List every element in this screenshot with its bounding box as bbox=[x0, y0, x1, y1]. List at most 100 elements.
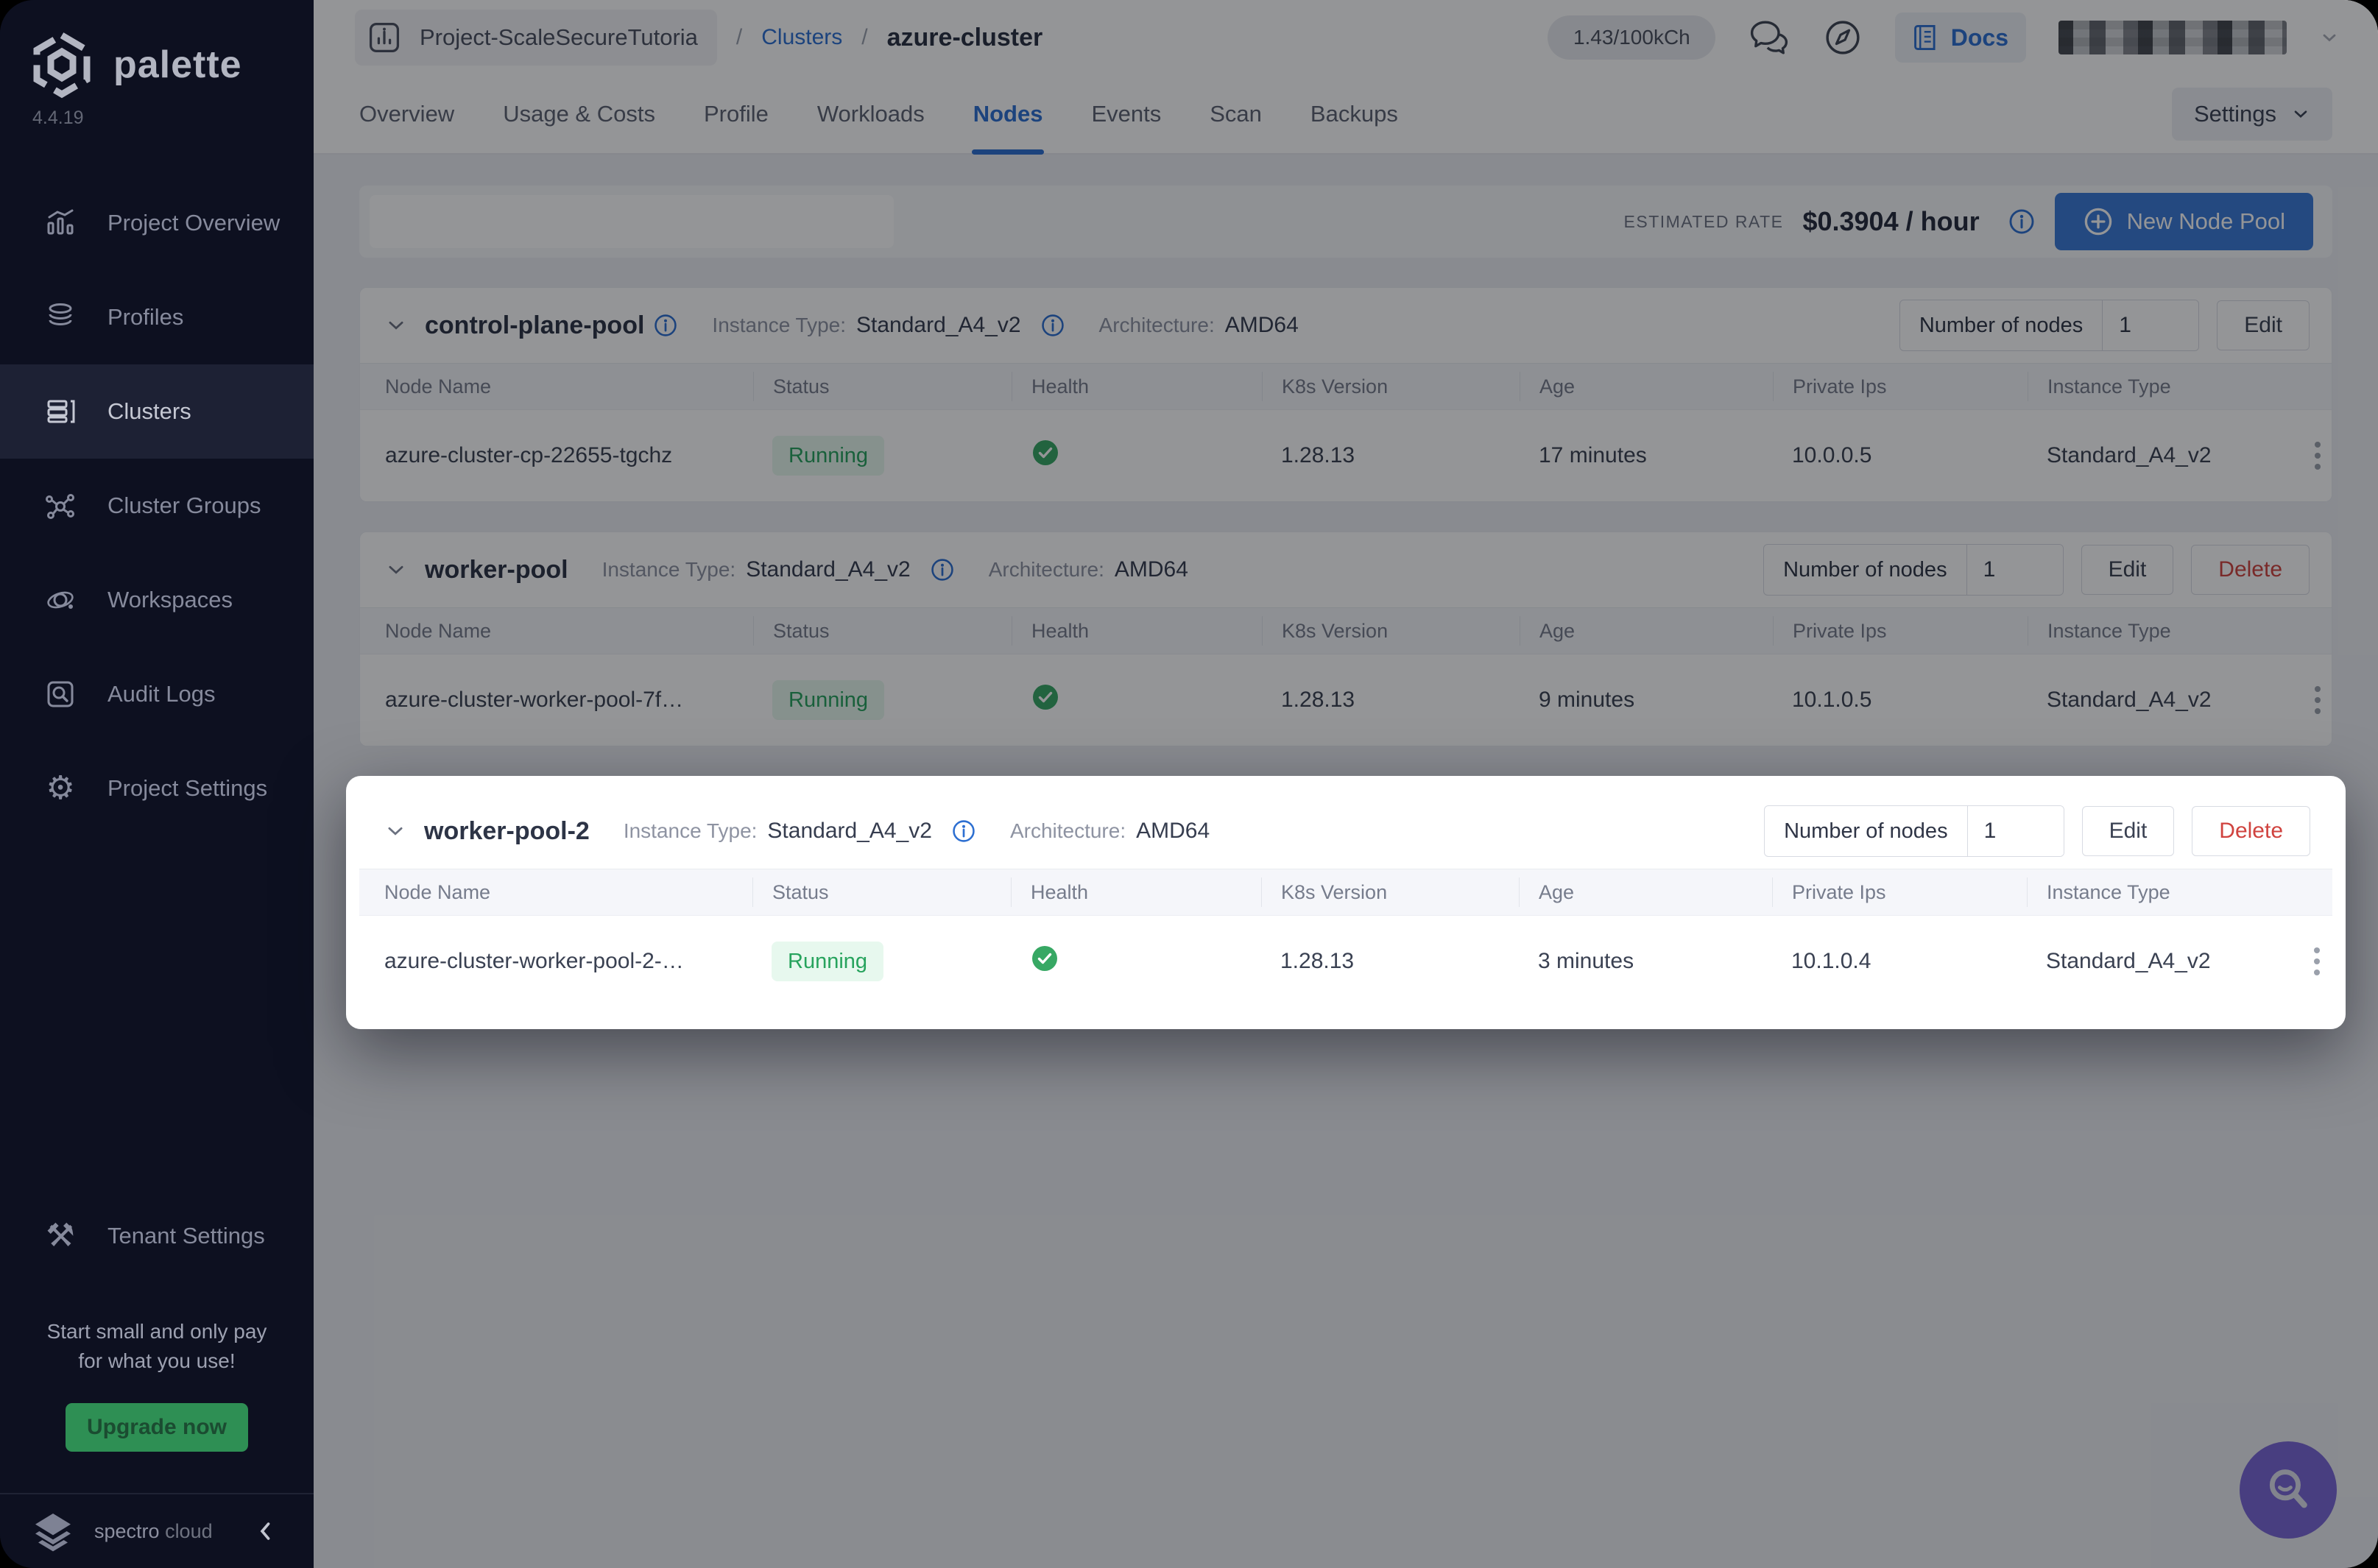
instance-type-info-icon[interactable] bbox=[1040, 313, 1065, 338]
book-icon bbox=[1913, 25, 1936, 50]
number-of-nodes-control: Number of nodes bbox=[1764, 805, 2064, 857]
pool-controls: Number of nodes Edit Delete bbox=[1763, 544, 2310, 596]
instance-type: Standard_A4_v2 bbox=[2047, 688, 2212, 712]
sidebar-item-workspaces[interactable]: Workspaces bbox=[0, 553, 314, 647]
footer-brand-name: spectro cloud bbox=[94, 1519, 213, 1542]
node-name: azure-cluster-worker-pool-2-… bbox=[384, 949, 684, 973]
instance-type-meta: Instance Type: Standard_A4_v2 bbox=[602, 557, 955, 582]
help-search-fab[interactable] bbox=[2240, 1441, 2337, 1539]
palette-logo-icon bbox=[33, 31, 91, 99]
tab-events[interactable]: Events bbox=[1091, 75, 1161, 153]
collapse-chevron-icon[interactable] bbox=[385, 559, 407, 581]
sidebar-item-label: Project Settings bbox=[107, 775, 268, 801]
breadcrumb: Project-ScaleSecureTutoria / Clusters / … bbox=[355, 10, 1042, 66]
health-cell bbox=[1011, 944, 1261, 979]
app-version: 4.4.19 bbox=[32, 107, 84, 128]
sidebar-item-cluster-groups[interactable]: Cluster Groups bbox=[0, 459, 314, 553]
row-actions-kebab-icon[interactable] bbox=[2307, 434, 2328, 477]
node-name: azure-cluster-worker-pool-7f… bbox=[385, 688, 684, 712]
node-age: 3 minutes bbox=[1538, 949, 1634, 973]
layers-icon bbox=[49, 303, 72, 326]
collapse-chevron-icon[interactable] bbox=[384, 820, 406, 842]
pool-header: control-plane-pool Instance Type: Standa… bbox=[360, 288, 2332, 363]
tab-scan[interactable]: Scan bbox=[1210, 75, 1262, 153]
pool-info-icon[interactable] bbox=[653, 313, 678, 338]
project-chart-icon bbox=[369, 22, 400, 53]
pool-controls: Number of nodes Edit bbox=[1899, 300, 2310, 351]
estimated-rate-group: ESTIMATED RATE $0.3904 / hour bbox=[1624, 206, 2036, 237]
gear-icon: ⚙ bbox=[46, 770, 75, 806]
number-of-nodes-input[interactable] bbox=[1967, 806, 2064, 856]
sidebar-item-label: Tenant Settings bbox=[107, 1222, 265, 1249]
audit-log-icon bbox=[47, 681, 74, 707]
nodes-table-header: Node Name Status Health K8s Version Age … bbox=[360, 607, 2332, 654]
sidebar-item-profiles[interactable]: Profiles bbox=[0, 270, 314, 364]
tab-profile[interactable]: Profile bbox=[704, 75, 769, 153]
sidebar-item-clusters[interactable]: Clusters bbox=[0, 364, 314, 459]
credits-usage-pill[interactable]: 1.43/100kCh bbox=[1547, 15, 1715, 60]
delete-pool-button[interactable]: Delete bbox=[2191, 545, 2310, 595]
instance-type-meta: Instance Type: Standard_A4_v2 bbox=[624, 819, 976, 844]
rate-info-icon[interactable] bbox=[2008, 208, 2036, 236]
feedback-chat-icon[interactable] bbox=[1748, 18, 1790, 57]
edit-pool-button[interactable]: Edit bbox=[2217, 300, 2310, 350]
tab-overview[interactable]: Overview bbox=[359, 75, 454, 153]
user-account-redacted[interactable] bbox=[2058, 21, 2287, 54]
orbit-icon bbox=[47, 591, 74, 609]
user-menu-chevron-down-icon[interactable] bbox=[2319, 27, 2340, 48]
breadcrumb-clusters-link[interactable]: Clusters bbox=[761, 25, 842, 50]
row-actions-kebab-icon[interactable] bbox=[2307, 940, 2327, 983]
private-ip: 10.1.0.5 bbox=[1792, 688, 1872, 712]
edit-pool-button[interactable]: Edit bbox=[2081, 545, 2174, 595]
nodes-content: ESTIMATED RATE $0.3904 / hour New Node P… bbox=[314, 155, 2378, 1568]
spectro-cloud-logo-icon bbox=[35, 1514, 71, 1552]
sidebar-item-label: Workspaces bbox=[107, 587, 233, 612]
sidebar-item-tenant-settings[interactable]: ⚒ Tenant Settings bbox=[0, 1189, 314, 1283]
docs-button[interactable]: Docs bbox=[1894, 13, 2026, 63]
sidebar-collapse-chevron[interactable] bbox=[253, 1519, 278, 1544]
clusters-icon bbox=[47, 400, 75, 423]
tab-backups[interactable]: Backups bbox=[1310, 75, 1398, 153]
number-of-nodes-input[interactable] bbox=[2103, 300, 2199, 350]
row-actions-kebab-icon[interactable] bbox=[2307, 679, 2328, 721]
spotlight-card: worker-pool-2 Instance Type: Standard_A4… bbox=[346, 776, 2346, 1029]
tab-nodes[interactable]: Nodes bbox=[971, 75, 1045, 155]
explore-compass-icon[interactable] bbox=[1823, 18, 1863, 57]
nodes-table-header: Node Name Status Health K8s Version Age … bbox=[360, 363, 2332, 410]
instance-type-info-icon[interactable] bbox=[951, 819, 976, 844]
k8s-version: 1.28.13 bbox=[1281, 688, 1355, 712]
new-node-pool-button[interactable]: New Node Pool bbox=[2054, 193, 2313, 250]
sidebar-item-audit-logs[interactable]: Audit Logs bbox=[0, 647, 314, 741]
private-ip: 10.1.0.4 bbox=[1791, 949, 1871, 973]
tools-icon: ⚒ bbox=[46, 1217, 75, 1254]
main-area: Project-ScaleSecureTutoria / Clusters / … bbox=[314, 0, 2378, 1568]
nodes-toolbar: ESTIMATED RATE $0.3904 / hour New Node P… bbox=[359, 186, 2332, 258]
table-row: azure-cluster-cp-22655-tgchz Running 1.2… bbox=[360, 410, 2332, 501]
instance-type-info-icon[interactable] bbox=[930, 557, 955, 582]
upgrade-now-button[interactable]: Upgrade now bbox=[66, 1403, 248, 1452]
tab-workloads[interactable]: Workloads bbox=[817, 75, 925, 153]
edit-pool-button[interactable]: Edit bbox=[2081, 806, 2175, 856]
instance-type: Standard_A4_v2 bbox=[2047, 443, 2212, 467]
k8s-version: 1.28.13 bbox=[1280, 949, 1355, 973]
health-cell bbox=[1012, 682, 1262, 718]
sidebar-item-project-settings[interactable]: ⚙ Project Settings bbox=[0, 741, 314, 836]
health-check-icon bbox=[1033, 440, 1058, 465]
pool-name: control-plane-pool bbox=[425, 311, 645, 339]
breadcrumb-project[interactable]: Project-ScaleSecureTutoria bbox=[355, 10, 717, 66]
number-of-nodes-control: Number of nodes bbox=[1763, 544, 2064, 596]
estimated-rate-label: ESTIMATED RATE bbox=[1623, 211, 1784, 231]
sidebar-item-project-overview[interactable]: Project Overview bbox=[0, 176, 314, 270]
k8s-version: 1.28.13 bbox=[1281, 443, 1355, 467]
pool-name: worker-pool bbox=[425, 555, 568, 584]
table-row: azure-cluster-worker-pool-7f… Running 1.… bbox=[360, 654, 2332, 746]
tab-usage-costs[interactable]: Usage & Costs bbox=[503, 75, 655, 153]
topbar-actions: 1.43/100kCh Docs bbox=[1547, 13, 2340, 63]
collapse-chevron-icon[interactable] bbox=[385, 314, 407, 336]
delete-pool-button[interactable]: Delete bbox=[2192, 806, 2310, 856]
cluster-settings-button[interactable]: Settings bbox=[2171, 88, 2332, 141]
health-check-icon bbox=[1033, 685, 1058, 710]
number-of-nodes-input[interactable] bbox=[1966, 545, 2063, 595]
sidebar-item-label: Audit Logs bbox=[107, 681, 216, 707]
network-icon bbox=[46, 494, 74, 519]
